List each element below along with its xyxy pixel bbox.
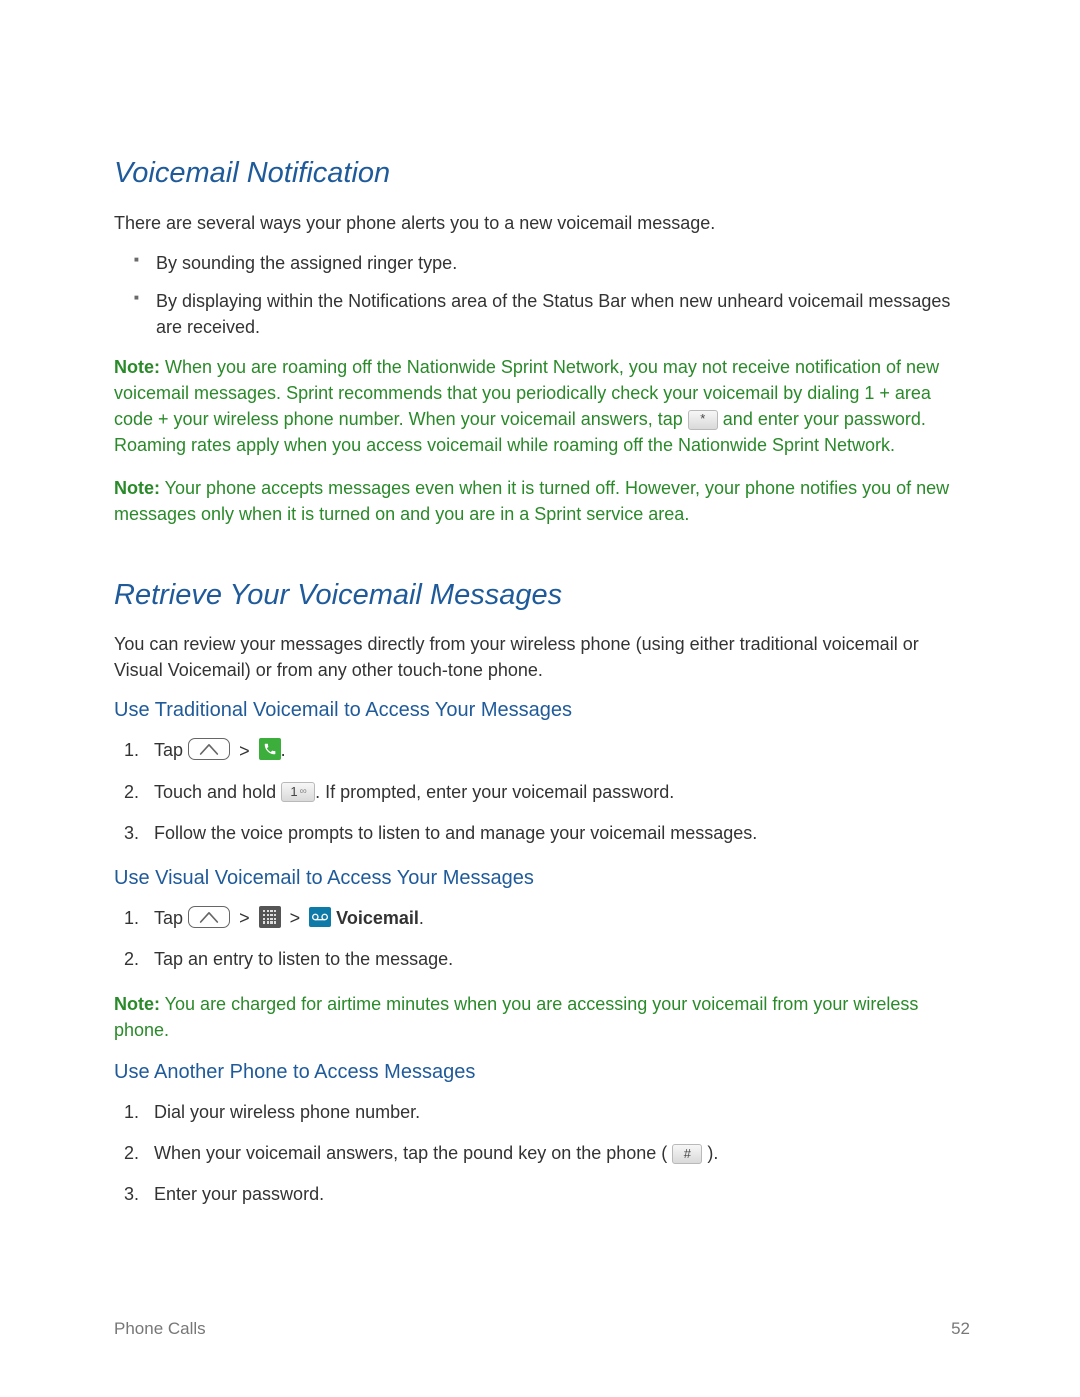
steps-another-phone: Dial your wireless phone number. When yo…: [114, 1099, 970, 1208]
step-text: . If prompted, enter your voicemail pass…: [315, 782, 674, 802]
heading-retrieve-voicemail: Retrieve Your Voicemail Messages: [114, 577, 970, 615]
note-label: Note:: [114, 357, 160, 377]
star-key-icon: *: [688, 410, 718, 430]
separator-icon: >: [286, 905, 305, 932]
voicemail-icon: [309, 907, 331, 927]
step-text: Tap: [154, 740, 183, 760]
step-text: .: [281, 740, 286, 760]
subheading-visual-voicemail: Use Visual Voicemail to Access Your Mess…: [114, 865, 970, 891]
note-text: You are charged for airtime minutes when…: [114, 994, 918, 1040]
section-spacer: [114, 543, 970, 577]
list-item: By sounding the assigned ringer type.: [156, 250, 970, 276]
list-item: By displaying within the Notifications a…: [156, 288, 970, 340]
hash-key-icon: #: [672, 1144, 702, 1164]
home-icon: [188, 738, 230, 760]
note-roaming: Note: When you are roaming off the Natio…: [114, 354, 970, 458]
step-item: When your voicemail answers, tap the pou…: [142, 1140, 970, 1167]
step-item: Tap an entry to listen to the message.: [142, 946, 970, 973]
apps-grid-icon: [259, 906, 281, 928]
retrieve-intro: You can review your messages directly fr…: [114, 632, 970, 682]
notification-methods-list: By sounding the assigned ringer type. By…: [114, 250, 970, 340]
note-label: Note:: [114, 478, 160, 498]
document-page: Voicemail Notification There are several…: [0, 0, 1080, 1397]
steps-traditional: Tap > . Touch and hold 1∞. If prompted, …: [114, 737, 970, 847]
separator-icon: >: [235, 738, 254, 765]
home-icon: [188, 906, 230, 928]
separator-icon: >: [235, 905, 254, 932]
subheading-another-phone: Use Another Phone to Access Messages: [114, 1059, 970, 1085]
step-text: When your voicemail answers, tap the pou…: [154, 1143, 667, 1163]
step-text: ).: [707, 1143, 718, 1163]
phone-icon: [259, 738, 281, 760]
step-item: Touch and hold 1∞. If prompted, enter yo…: [142, 779, 970, 806]
steps-visual: Tap > > Voicemail. Tap an entry to liste…: [114, 905, 970, 974]
note-phone-off: Note: Your phone accepts messages even w…: [114, 475, 970, 527]
one-voicemail-key-icon: 1∞: [281, 782, 315, 802]
step-item: Follow the voice prompts to listen to an…: [142, 820, 970, 847]
step-item: Dial your wireless phone number.: [142, 1099, 970, 1126]
step-text: .: [419, 908, 424, 928]
step-text: Touch and hold: [154, 782, 281, 802]
subheading-traditional-voicemail: Use Traditional Voicemail to Access Your…: [114, 697, 970, 723]
intro-paragraph: There are several ways your phone alerts…: [114, 211, 970, 236]
page-footer: Phone Calls 52: [114, 1319, 970, 1339]
note-label: Note:: [114, 994, 160, 1014]
step-text: Tap: [154, 908, 183, 928]
footer-section-name: Phone Calls: [114, 1319, 206, 1339]
footer-page-number: 52: [951, 1319, 970, 1339]
voicemail-app-label: Voicemail: [336, 908, 419, 928]
note-airtime-charges: Note: You are charged for airtime minute…: [114, 991, 970, 1043]
heading-voicemail-notification: Voicemail Notification: [114, 155, 970, 193]
step-item: Tap > > Voicemail.: [142, 905, 970, 933]
note-text: Your phone accepts messages even when it…: [114, 478, 949, 524]
step-item: Enter your password.: [142, 1181, 970, 1208]
step-item: Tap > .: [142, 737, 970, 765]
